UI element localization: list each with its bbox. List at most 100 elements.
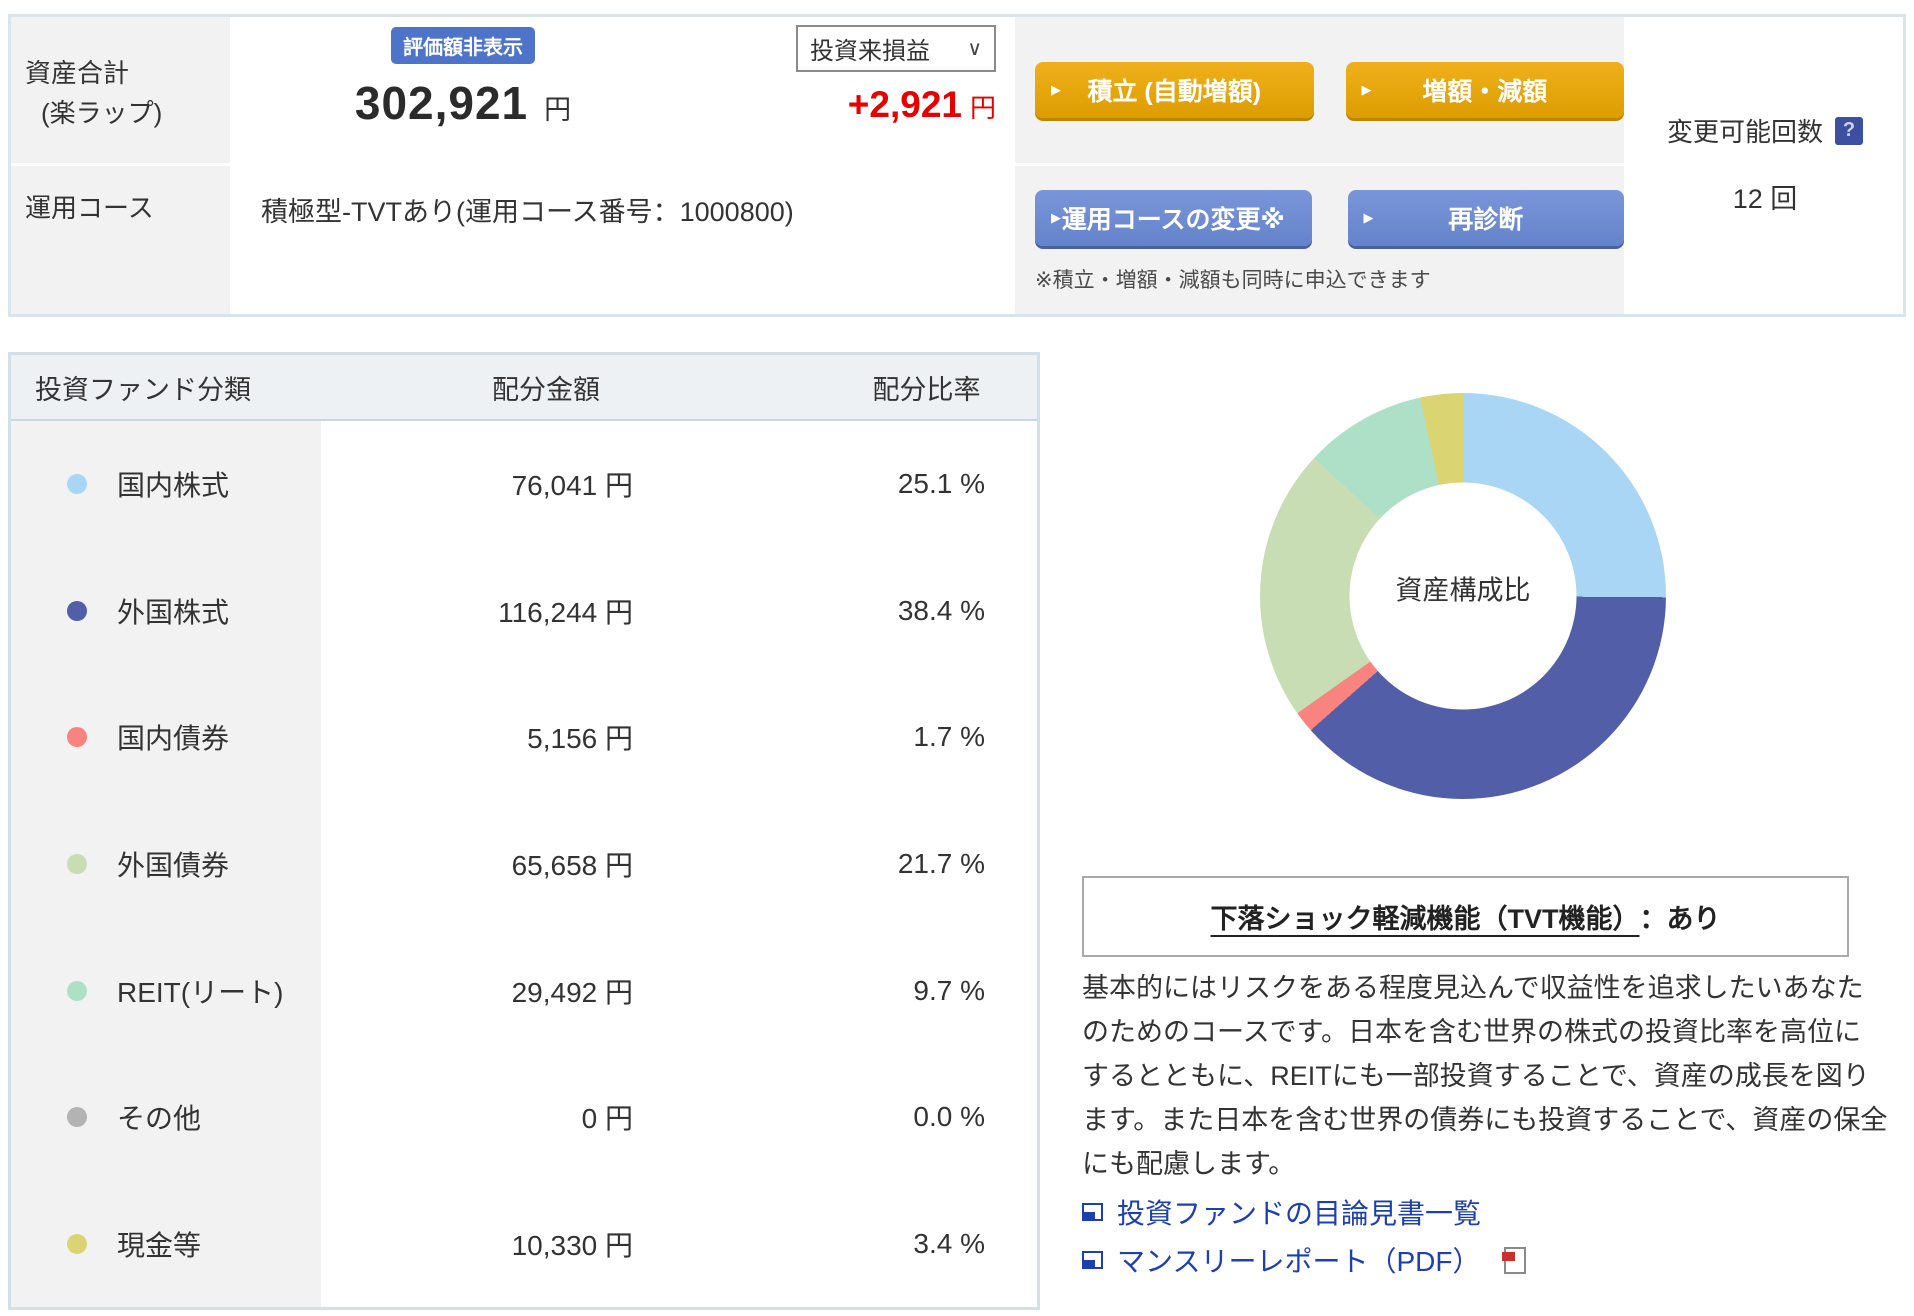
asset-total-unit: 円 (544, 95, 572, 125)
course-change-button[interactable]: ▶ 運用コースの変更※ (1035, 190, 1312, 246)
tvt-feature-box: 下落ショック軽減機能（TVT機能） ：あり (1082, 876, 1849, 957)
asset-summary-block: 資産合計 (楽ラップ) 評価額非表示 302,921 円 投資来損益 ∨ +2,… (8, 14, 1906, 317)
cash-dot-icon (67, 1233, 87, 1254)
change-count-value: 12 回 (1732, 184, 1798, 214)
ratio-value: 9.7 % (913, 974, 985, 1006)
foreign-stock-dot-icon (67, 600, 87, 621)
rediagnosis-button-label: 再診断 (1448, 206, 1524, 234)
amount-value: 76,041 円 (511, 470, 633, 502)
allocation-table-header: 投資ファンド分類 配分金額 配分比率 (11, 355, 1037, 421)
category-label: 国内債券 (117, 723, 230, 755)
rediagnosis-button[interactable]: ▶ 再診断 (1347, 190, 1624, 246)
monthly-report-link[interactable]: マンスリーレポート（PDF） (1082, 1240, 1527, 1280)
asset-total-label-line2: (楽ラップ) (41, 98, 163, 128)
allocation-table: 投資ファンド分類 配分金額 配分比率 国内株式 76,041 円 25.1 % … (8, 352, 1040, 1310)
increase-decrease-button-label: 増額・減額 (1422, 78, 1548, 106)
rakuten-wrap-page: 資産合計 (楽ラップ) 評価額非表示 302,921 円 投資来損益 ∨ +2,… (0, 0, 1914, 1316)
table-row: 現金等 10,330 円 3.4 % (11, 1180, 1037, 1308)
category-label: 国内株式 (117, 470, 230, 502)
profit-loss-group: 投資来損益 ∨ +2,921 円 (784, 17, 996, 163)
button-arrow-icon: ▶ (1363, 210, 1374, 225)
top-buttons-row2: ▶ 運用コースの変更※ ▶ 再診断 ※積立・増額・減額も同時に申込できます (1015, 166, 1624, 314)
asset-total-label-cell: 資産合計 (楽ラップ) (11, 17, 230, 163)
table-row: その他 0 円 0.0 % (11, 1053, 1037, 1181)
ratio-value: 38.4 % (897, 594, 985, 626)
amount-value: 10,330 円 (511, 1229, 633, 1261)
profit-loss-unit: 円 (969, 93, 996, 123)
ratio-value: 1.7 % (913, 721, 985, 753)
asset-total-label-line1: 資産合計 (25, 58, 130, 88)
category-cell: 外国債券 (11, 800, 321, 928)
asset-total-value-cell: 評価額非表示 302,921 円 投資来損益 ∨ +2,921 円 (233, 17, 1012, 163)
domestic-stock-dot-icon (67, 474, 87, 495)
profit-loss-dropdown[interactable]: 投資来損益 ∨ (796, 25, 996, 72)
asset-total-amount: 302,921 (354, 77, 529, 129)
chevron-down-icon: ∨ (967, 38, 982, 60)
course-change-button-label: 運用コースの変更※ (1061, 206, 1285, 234)
allocation-table-body: 国内株式 76,041 円 25.1 % 外国株式 116,244 円 38.4… (11, 421, 1037, 1308)
header-allocation-ratio: 配分比率 (872, 374, 981, 405)
change-count-label: 変更可能回数 (1666, 117, 1823, 147)
asset-total-value-group: 評価額非表示 302,921 円 (243, 17, 683, 163)
change-count-panel: 変更可能回数 ? 12 回 (1627, 17, 1903, 314)
change-count-row: 変更可能回数 ? (1667, 112, 1863, 149)
help-icon[interactable]: ? (1835, 116, 1863, 145)
button-arrow-icon: ▶ (1361, 82, 1372, 97)
amount-value: 65,658 円 (511, 850, 633, 882)
category-cell: 国内株式 (11, 421, 321, 548)
ratio-value: 3.4 % (913, 1227, 985, 1259)
category-label: 外国株式 (117, 596, 230, 628)
table-row: 国内債券 5,156 円 1.7 % (11, 674, 1037, 801)
tsumitate-button[interactable]: ▶ 積立 (自動増額) (1035, 62, 1314, 118)
ratio-value: 0.0 % (913, 1101, 985, 1133)
header-fund-category: 投資ファンド分類 (35, 374, 251, 405)
table-row: REIT(リート) 29,492 円 9.7 % (11, 927, 1037, 1054)
profit-loss-amount: +2,921 (847, 84, 962, 125)
category-cell: 現金等 (11, 1180, 321, 1308)
top-buttons-row1: ▶ 積立 (自動増額) ▶ 増額・減額 (1015, 17, 1624, 163)
prospectus-link[interactable]: 投資ファンドの目論見書一覧 (1082, 1192, 1526, 1232)
monthly-report-link-label: マンスリーレポート（PDF） (1117, 1246, 1481, 1277)
course-label: 運用コース (25, 193, 154, 223)
header-allocation-amount: 配分金額 (492, 374, 600, 405)
amount-value: 0 円 (581, 1103, 633, 1135)
amount-value: 29,492 円 (511, 976, 633, 1008)
ratio-value: 25.1 % (897, 468, 985, 500)
reit-dot-icon (67, 980, 87, 1001)
donut-hole: 資産構成比 (1349, 482, 1577, 710)
foreign-bond-dot-icon (67, 854, 87, 875)
course-value-cell: 積極型-TVTあり(運用コース番号：1000800) (233, 166, 1012, 314)
category-cell: 外国株式 (11, 547, 321, 675)
category-label: REIT(リート) (117, 976, 284, 1008)
category-cell: 国内債券 (11, 674, 321, 801)
category-cell: その他 (11, 1053, 321, 1181)
category-label: その他 (117, 1103, 202, 1135)
increase-decrease-button[interactable]: ▶ 増額・減額 (1345, 62, 1624, 118)
profit-loss-row: +2,921 円 (848, 84, 996, 126)
table-row: 国内株式 76,041 円 25.1 % (11, 421, 1037, 548)
category-label: 外国債券 (117, 850, 230, 882)
profit-loss-dropdown-value: 投資来損益 (810, 38, 930, 65)
course-name: 積極型-TVTあり(運用コース番号：1000800) (261, 197, 794, 227)
category-cell: REIT(リート) (11, 927, 321, 1054)
course-description: 基本的にはリスクをある程度見込んで収益性を追求したいあなたのためのコースです。日… (1082, 973, 1888, 1179)
tsumitate-button-label: 積立 (自動増額) (1087, 78, 1262, 106)
amount-value: 116,244 円 (498, 596, 633, 628)
button-arrow-icon: ▶ (1051, 210, 1061, 225)
new-window-icon (1082, 1251, 1103, 1269)
tvt-feature-status: ：あり (1639, 904, 1721, 934)
course-buttons-row: ▶ 運用コースの変更※ ▶ 再診断 (1035, 166, 1624, 246)
asset-composition-donut-chart: 資産構成比 (1260, 393, 1666, 799)
amount-value: 5,156 円 (527, 723, 633, 755)
category-label: 現金等 (117, 1229, 202, 1261)
donut-center-label: 資産構成比 (1395, 575, 1531, 606)
button-arrow-icon: ▶ (1051, 82, 1061, 97)
document-links: 投資ファンドの目論見書一覧 マンスリーレポート（PDF） (1082, 1192, 1527, 1280)
pdf-file-icon (1502, 1246, 1527, 1274)
ratio-value: 21.7 % (897, 848, 985, 880)
domestic-bond-dot-icon (67, 727, 87, 748)
tvt-feature-heading: 下落ショック軽減機能（TVT機能） (1210, 904, 1640, 934)
new-window-icon (1082, 1203, 1103, 1221)
hide-valuation-button[interactable]: 評価額非表示 (391, 27, 535, 64)
table-row: 外国株式 116,244 円 38.4 % (11, 547, 1037, 675)
